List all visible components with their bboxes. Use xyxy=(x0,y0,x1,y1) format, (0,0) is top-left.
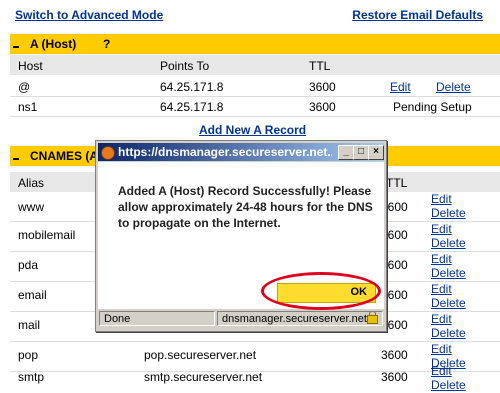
edit-link[interactable]: Edit xyxy=(431,192,452,206)
ttl-cell: 3600 xyxy=(381,370,408,384)
close-button[interactable]: × xyxy=(368,145,384,160)
column-ttl: TTL xyxy=(309,59,331,73)
table-row: ns1 64.25.171.8 3600 Pending Setup xyxy=(10,97,500,117)
edit-link[interactable]: Edit xyxy=(390,80,411,94)
confirmation-popup-window: https://dnsmanager.secureserver.net... _… xyxy=(95,140,387,332)
host-cell: @ xyxy=(18,80,31,94)
table-row: @ 64.25.171.8 3600 Edit Delete xyxy=(10,77,500,97)
delete-link[interactable]: Delete xyxy=(431,206,466,220)
status-done: Done xyxy=(99,311,215,326)
edit-link[interactable]: Edit xyxy=(431,282,452,296)
column-ttl: TTL xyxy=(386,176,408,190)
alias-cell: pda xyxy=(18,258,39,272)
success-message: Added A (Host) Record Successfully! Plea… xyxy=(118,184,373,230)
top-bar: Switch to Advanced Mode Restore Email De… xyxy=(0,0,500,30)
points-to-cell: smtp.secureserver.net xyxy=(144,370,263,384)
cname-section-title: CNAMES (Ali xyxy=(30,149,105,163)
ttl-cell: 3600 xyxy=(309,100,336,114)
alias-cell: www xyxy=(18,200,44,214)
edit-link[interactable]: Edit xyxy=(431,252,452,266)
ok-button[interactable]: OK xyxy=(277,283,376,303)
alias-cell: pop xyxy=(18,348,39,362)
edit-link[interactable]: Edit xyxy=(431,342,452,356)
a-host-column-header: Host Points To TTL xyxy=(10,55,500,75)
edit-link[interactable]: Edit xyxy=(431,312,452,326)
popup-title: https://dnsmanager.secureserver.net... xyxy=(118,145,332,159)
status-url: dnsmanager.secureserver.net xyxy=(217,311,383,326)
delete-link[interactable]: Delete xyxy=(431,236,466,250)
help-icon[interactable]: ? xyxy=(103,37,110,51)
ttl-cell: 3600 xyxy=(309,80,336,94)
alias-cell: smtp xyxy=(18,370,45,384)
points-to-cell: pop.secureserver.net xyxy=(144,348,257,362)
points-to-cell: 64.25.171.8 xyxy=(160,80,224,94)
a-host-section-title: A (Host) xyxy=(30,37,77,51)
column-host: Host xyxy=(18,59,43,73)
delete-link[interactable]: Delete xyxy=(431,326,466,340)
a-host-section-header: A (Host) ? xyxy=(10,34,500,54)
alias-cell: mobilemail xyxy=(18,228,76,242)
popup-content: Added A (Host) Record Successfully! Plea… xyxy=(98,162,384,310)
firefox-icon xyxy=(101,146,115,160)
popup-title-bar[interactable]: https://dnsmanager.secureserver.net... _… xyxy=(98,143,384,161)
maximize-button[interactable]: □ xyxy=(353,145,369,160)
ttl-cell: 3600 xyxy=(381,348,408,362)
table-row: smtp smtp.secureserver.net 3600 Edit Del… xyxy=(10,364,500,393)
edit-link[interactable]: Edit xyxy=(431,364,452,378)
delete-link[interactable]: Delete xyxy=(431,266,466,280)
minimize-button[interactable]: _ xyxy=(338,145,354,160)
add-new-a-record-link[interactable]: Add New A Record xyxy=(199,123,306,137)
points-to-cell: 64.25.171.8 xyxy=(160,100,224,114)
ok-button-label: OK xyxy=(350,286,368,298)
delete-link[interactable]: Delete xyxy=(436,80,471,94)
switch-advanced-mode-link[interactable]: Switch to Advanced Mode xyxy=(15,8,163,22)
column-alias: Alias xyxy=(18,176,45,190)
alias-cell: mail xyxy=(18,318,41,332)
alias-cell: email xyxy=(18,288,47,302)
status-url-text: dnsmanager.secureserver.net xyxy=(222,313,367,325)
collapse-icon[interactable] xyxy=(13,158,19,160)
host-cell: ns1 xyxy=(18,100,38,114)
status-text: Pending Setup xyxy=(393,100,472,114)
lock-icon xyxy=(367,312,378,324)
restore-email-defaults-link[interactable]: Restore Email Defaults xyxy=(352,8,483,22)
delete-link[interactable]: Delete xyxy=(431,378,466,392)
edit-link[interactable]: Edit xyxy=(431,222,452,236)
collapse-icon[interactable] xyxy=(13,46,19,48)
column-points-to: Points To xyxy=(160,59,210,73)
popup-status-bar: Done dnsmanager.secureserver.net xyxy=(98,311,384,328)
delete-link[interactable]: Delete xyxy=(431,296,466,310)
